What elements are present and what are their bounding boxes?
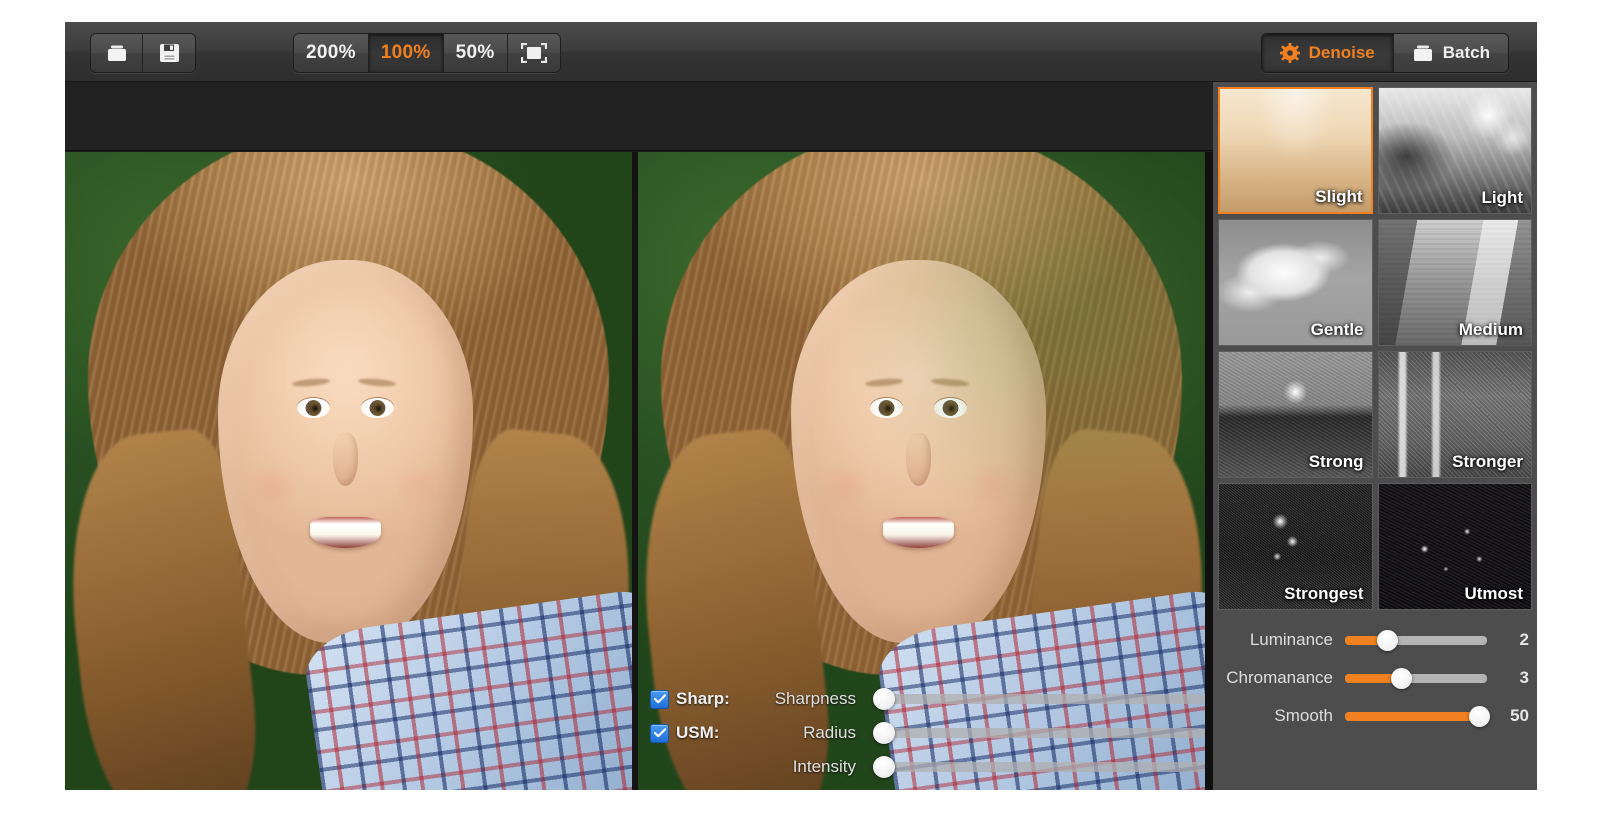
intensity-slider[interactable] bbox=[872, 756, 1205, 778]
preset-medium[interactable]: Medium bbox=[1377, 219, 1532, 346]
luminance-label: Luminance bbox=[1249, 630, 1333, 649]
main-toolbar: 200% 100% 50% Denoise Batch bbox=[65, 22, 1537, 82]
preset-light[interactable]: Light bbox=[1377, 87, 1532, 214]
preset-label: Stronger bbox=[1452, 452, 1523, 471]
luminance-row: Luminance 2 bbox=[1217, 621, 1529, 659]
face-shape bbox=[791, 260, 1047, 644]
preset-label: Slight bbox=[1315, 187, 1363, 206]
chrominance-slider[interactable] bbox=[1345, 667, 1487, 689]
tab-denoise-label: Denoise bbox=[1308, 43, 1375, 62]
preset-label: Utmost bbox=[1464, 584, 1523, 603]
smooth-row: Smooth 50 bbox=[1217, 697, 1529, 735]
open-button[interactable] bbox=[91, 34, 143, 72]
zoom-200-button[interactable]: 200% bbox=[294, 34, 369, 72]
smooth-value: 50 bbox=[1510, 706, 1529, 725]
sharpen-controls-overlay: Sharp: Sharpness USM: Radius Intensity bbox=[650, 682, 1205, 784]
zoom-100-button[interactable]: 100% bbox=[368, 34, 444, 72]
gear-icon bbox=[1279, 43, 1300, 63]
smooth-label: Smooth bbox=[1274, 706, 1333, 725]
sharp-checkbox-label: Sharp: bbox=[676, 689, 730, 708]
floppy-disk-icon bbox=[159, 43, 180, 63]
preset-strong[interactable]: Strong bbox=[1218, 351, 1373, 478]
tab-denoise[interactable]: Denoise bbox=[1261, 34, 1394, 72]
luminance-value: 2 bbox=[1519, 630, 1529, 649]
smooth-slider[interactable] bbox=[1345, 705, 1491, 727]
sharp-checkbox-wrap[interactable]: Sharp: bbox=[650, 689, 762, 709]
tab-batch-label: Batch bbox=[1442, 43, 1490, 62]
tab-batch[interactable]: Batch bbox=[1393, 34, 1508, 72]
preview-area: Sharp: Sharpness USM: Radius Intensity bbox=[65, 152, 1213, 790]
portrait-photo-original bbox=[65, 152, 632, 790]
info-bar bbox=[65, 82, 1213, 151]
luminance-slider[interactable] bbox=[1345, 629, 1487, 651]
file-button-group bbox=[90, 33, 196, 73]
processed-preview[interactable]: Sharp: Sharpness USM: Radius Intensity bbox=[638, 152, 1205, 790]
preset-gentle[interactable]: Gentle bbox=[1218, 219, 1373, 346]
original-preview[interactable] bbox=[65, 152, 632, 790]
fit-to-screen-button[interactable] bbox=[507, 34, 560, 72]
usm-row: USM: Radius bbox=[650, 716, 1205, 750]
preset-label: Medium bbox=[1458, 320, 1523, 339]
application-window: 200% 100% 50% Denoise Batch Sharp: Sharp… bbox=[65, 22, 1537, 790]
preset-slight[interactable]: Slight bbox=[1218, 87, 1373, 214]
denoise-sidebar: Slight Light Gentle Medium Strong Strong bbox=[1213, 82, 1537, 790]
hair-shape bbox=[660, 152, 1183, 676]
chrominance-label: Chromanance bbox=[1226, 668, 1333, 687]
preset-utmost[interactable]: Utmost bbox=[1377, 483, 1532, 610]
preset-label: Light bbox=[1481, 188, 1523, 207]
radius-label: Radius bbox=[803, 723, 856, 742]
intensity-label: Intensity bbox=[792, 757, 856, 776]
preset-grid: Slight Light Gentle Medium Strong Strong bbox=[1217, 87, 1533, 610]
fit-to-screen-icon bbox=[520, 43, 547, 63]
preset-strongest[interactable]: Strongest bbox=[1218, 483, 1373, 610]
folder-icon bbox=[1412, 44, 1434, 63]
preset-label: Gentle bbox=[1310, 320, 1364, 339]
preset-label: Strongest bbox=[1284, 584, 1364, 603]
zoom-50-button[interactable]: 50% bbox=[443, 34, 508, 72]
usm-checkbox-wrap[interactable]: USM: bbox=[650, 723, 762, 743]
chrominance-value: 3 bbox=[1519, 668, 1529, 687]
usm-checkbox-label: USM: bbox=[676, 723, 720, 742]
preset-label: Strong bbox=[1308, 452, 1364, 471]
save-button[interactable] bbox=[143, 34, 195, 72]
sharpness-slider[interactable] bbox=[872, 688, 1205, 710]
sharp-checkbox[interactable] bbox=[650, 689, 669, 709]
chrominance-row: Chromanance 3 bbox=[1217, 659, 1529, 697]
usm-checkbox[interactable] bbox=[650, 723, 669, 743]
radius-slider[interactable] bbox=[872, 722, 1205, 744]
folder-icon bbox=[106, 44, 128, 63]
preset-stronger[interactable]: Stronger bbox=[1377, 351, 1532, 478]
zoom-button-group: 200% 100% 50% bbox=[293, 33, 561, 73]
sharpness-label: Sharpness bbox=[774, 689, 856, 708]
intensity-row: Intensity bbox=[650, 750, 1205, 784]
mode-tab-group: Denoise Batch bbox=[1260, 33, 1509, 73]
adjustment-sliders: Luminance 2 Chromanance 3 Smooth 50 bbox=[1217, 621, 1533, 735]
sharp-row: Sharp: Sharpness bbox=[650, 682, 1205, 716]
